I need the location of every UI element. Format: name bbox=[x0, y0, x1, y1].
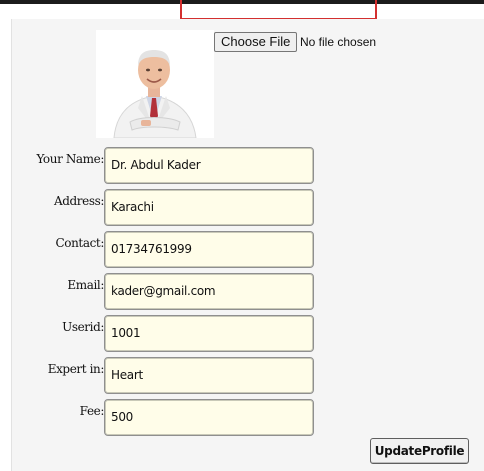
email-label: Email: bbox=[67, 278, 104, 292]
choose-file-button[interactable]: Choose File bbox=[214, 32, 298, 52]
contact-field[interactable]: 01734761999 bbox=[104, 231, 314, 268]
email-field[interactable]: kader@gmail.com bbox=[104, 273, 314, 310]
profile-photo bbox=[96, 30, 214, 138]
your-name-field[interactable]: Dr. Abdul Kader bbox=[104, 147, 314, 184]
contact-label: Contact: bbox=[55, 236, 105, 250]
fee-field[interactable]: 500 bbox=[104, 399, 314, 436]
focused-input-outline[interactable] bbox=[180, 0, 377, 20]
file-status-text: No file chosen bbox=[300, 35, 377, 49]
address-label: Address: bbox=[53, 194, 104, 208]
fee-label: Fee: bbox=[79, 404, 105, 418]
expert-in-label: Expert in: bbox=[47, 362, 105, 376]
userid-field[interactable]: 1001 bbox=[104, 315, 314, 352]
userid-label: Userid: bbox=[62, 320, 104, 334]
address-field[interactable]: Karachi bbox=[104, 189, 314, 226]
doctor-portrait-icon bbox=[96, 30, 214, 138]
update-profile-button[interactable]: UpdateProfile bbox=[370, 438, 469, 464]
expert-in-field[interactable]: Heart bbox=[104, 357, 314, 394]
your-name-label: Your Name: bbox=[36, 152, 104, 166]
